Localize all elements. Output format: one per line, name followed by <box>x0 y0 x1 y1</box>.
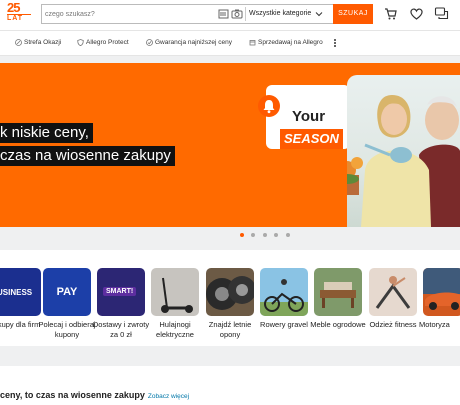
category-select[interactable]: Wszystkie kategorie <box>249 5 329 23</box>
tile-text: PAY <box>56 286 78 298</box>
sell-icon <box>249 40 256 46</box>
nav-gwarancja-ceny[interactable]: Gwarancja najniższej ceny <box>146 39 232 46</box>
category-label[interactable]: Hulajnogi elektryczne <box>145 320 205 340</box>
more-options-icon[interactable] <box>333 38 337 50</box>
shield-icon <box>77 39 84 46</box>
category-label[interactable]: Rowery gravel <box>254 320 314 330</box>
section-title: ceny, to czas na wiosenne zakupy <box>0 390 145 400</box>
carousel-dot[interactable] <box>274 233 279 237</box>
price-guarantee-icon <box>146 39 153 46</box>
camera-search-icon[interactable] <box>231 9 243 19</box>
tile-opony[interactable] <box>206 268 254 316</box>
logo-line1: 25 <box>7 0 20 15</box>
chat-icon[interactable] <box>434 6 449 21</box>
see-more-link[interactable]: Zobacz więcej <box>148 393 189 400</box>
nav-item-label: Strefa Okazji <box>24 39 62 46</box>
category-label[interactable]: Znajdź letnie opony <box>200 320 260 340</box>
banner-photo <box>347 75 460 227</box>
carousel-dot[interactable] <box>240 233 244 237</box>
tile-text: USINESS <box>0 288 33 297</box>
search-divider <box>245 7 246 21</box>
percent-tag-icon <box>15 39 22 46</box>
secondary-nav: Strefa Okazji Allegro Protect Gwarancja … <box>0 30 460 56</box>
category-label[interactable]: Dostawy i zwroty za 0 zł <box>91 320 151 340</box>
category-label[interactable]: Odzież fitness <box>363 320 423 330</box>
nav-item-label: Gwarancja najniższej ceny <box>155 39 232 46</box>
category-label[interactable]: Motoryza <box>419 320 460 330</box>
barcode-scan-icon[interactable] <box>218 9 229 19</box>
category-label[interactable]: Meble ogrodowe <box>308 320 368 330</box>
category-select-value: Wszystkie kategorie <box>249 10 312 17</box>
promo-banner[interactable]: k niskie ceny, czas na wiosenne zakupy Y… <box>0 63 460 227</box>
banner-headline-line1: k niskie ceny, <box>0 123 93 143</box>
nav-sprzedawaj[interactable]: Sprzedawaj na Allegro <box>249 39 323 46</box>
tile-pay[interactable]: PAY <box>43 268 91 316</box>
nav-item-label: Sprzedawaj na Allegro <box>258 39 323 46</box>
heart-icon[interactable] <box>409 6 424 21</box>
section-heading: ceny, to czas na wiosenne zakupy Zobacz w… <box>0 390 189 400</box>
logo-line2: LAT <box>7 15 24 22</box>
tile-meble[interactable] <box>314 268 362 316</box>
banner-headline-line2: czas na wiosenne zakupy <box>0 146 175 166</box>
nav-allegro-protect[interactable]: Allegro Protect <box>77 39 129 46</box>
carousel-dot[interactable] <box>285 233 290 237</box>
cart-icon[interactable] <box>383 6 398 21</box>
badge-word-season: SEASON <box>280 129 343 149</box>
nav-strefa-okazji[interactable]: Strefa Okazji <box>15 39 62 46</box>
tile-smart[interactable]: SMART! <box>97 268 145 316</box>
carousel-dot[interactable] <box>251 233 256 237</box>
tile-text: SMART! <box>103 287 137 296</box>
allegro-25-lat-logo[interactable]: 25 LAT <box>7 0 35 25</box>
carousel-dot[interactable] <box>262 233 267 237</box>
badge-word-your: Your <box>292 108 326 125</box>
tile-hulajnogi[interactable] <box>151 268 199 316</box>
tile-business[interactable]: USINESS <box>0 268 41 316</box>
bell-icon <box>258 95 280 117</box>
category-label[interactable]: Polecaj i odbieraj kupony <box>37 320 97 340</box>
carousel-dots <box>240 233 293 237</box>
tile-rowery[interactable] <box>260 268 308 316</box>
tile-motoryzacja[interactable] <box>423 268 460 316</box>
search-box: Wszystkie kategorie <box>41 4 334 24</box>
search-input[interactable] <box>45 7 205 21</box>
tile-fitness[interactable] <box>369 268 417 316</box>
top-header: 25 LAT Wszystkie kategorie SZUKAJ <box>0 0 460 30</box>
nav-item-label: Allegro Protect <box>86 39 129 46</box>
chevron-down-icon <box>315 12 323 17</box>
search-button[interactable]: SZUKAJ <box>333 4 373 24</box>
